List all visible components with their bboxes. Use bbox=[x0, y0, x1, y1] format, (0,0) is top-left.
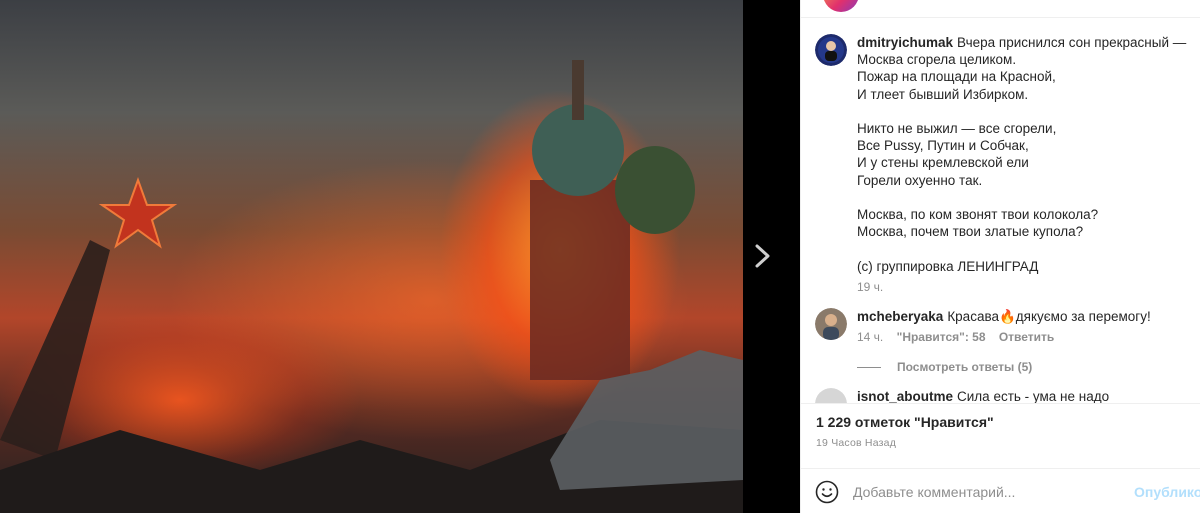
comment-text: Красава🔥дякуємо за перемогу! bbox=[947, 309, 1151, 324]
caption-line: И у стены кремлевской ели bbox=[857, 155, 1029, 171]
panel-header bbox=[801, 0, 1200, 18]
comments-list[interactable]: dmitryichumak Вчера приснился сон прекрас… bbox=[801, 18, 1200, 403]
caption-body: dmitryichumak Вчера приснился сон прекрас… bbox=[857, 34, 1187, 296]
likes-count[interactable]: 1 229 отметок "Нравится" bbox=[816, 414, 994, 430]
publish-button[interactable]: Опублико bbox=[1134, 484, 1200, 500]
caption-time[interactable]: 19 ч. bbox=[857, 280, 883, 294]
post-media bbox=[0, 0, 800, 513]
header-avatar[interactable] bbox=[823, 0, 859, 12]
avatar[interactable] bbox=[815, 34, 847, 66]
caption-line: dmitryichumak Вчера приснился сон прекрас… bbox=[857, 34, 1187, 51]
avatar[interactable] bbox=[815, 308, 847, 340]
caption-line: Никто не выжил — все сгорели, bbox=[857, 121, 1057, 137]
caption-line: (с) группировка ЛЕНИНГРАД bbox=[857, 258, 1039, 274]
caption-username[interactable]: dmitryichumak bbox=[857, 35, 953, 50]
view-replies-button[interactable]: Посмотреть ответы (5) bbox=[857, 360, 1032, 374]
add-comment-bar: Опублико bbox=[801, 468, 1200, 513]
comment-body: mcheberyaka Красава🔥дякуємо за перемогу! … bbox=[857, 308, 1187, 346]
post-image bbox=[0, 0, 743, 513]
post-timestamp[interactable]: 19 Часов Назад bbox=[816, 437, 896, 449]
caption-line: Горели охуенно так. bbox=[857, 172, 983, 188]
view-replies-label: Посмотреть ответы (5) bbox=[897, 360, 1033, 374]
comment-username[interactable]: mcheberyaka bbox=[857, 309, 943, 324]
commenter-avatar-image bbox=[815, 308, 847, 340]
caption-text: Вчера приснился сон прекрасный — bbox=[957, 35, 1187, 50]
next-image-button[interactable] bbox=[748, 238, 778, 274]
comment-text: Сила есть - ума не надо bbox=[957, 389, 1110, 403]
caption-line: Москва сгорела целиком. bbox=[857, 52, 1017, 68]
caption-line: Москва, почем твои златые купола? bbox=[857, 224, 1084, 240]
comment-body: isnot_aboutme Сила есть - ума не надо bbox=[857, 388, 1187, 403]
post-image-illustration bbox=[0, 60, 743, 513]
caption-line bbox=[857, 240, 1187, 257]
caption-line bbox=[857, 189, 1187, 206]
author-avatar-image bbox=[815, 34, 847, 66]
avatar[interactable] bbox=[815, 388, 847, 403]
reply-button[interactable]: Ответить bbox=[999, 330, 1054, 344]
chevron-right-icon bbox=[755, 244, 770, 268]
caption-line: Пожар на площади на Красной, bbox=[857, 69, 1056, 85]
comment-likes[interactable]: "Нравится": 58 bbox=[897, 330, 986, 344]
replies-divider bbox=[857, 366, 881, 368]
caption-line bbox=[857, 103, 1187, 120]
post-side-panel: dmitryichumak Вчера приснился сон прекрас… bbox=[800, 0, 1200, 513]
smiley-icon bbox=[815, 480, 839, 504]
comment-meta: 14 ч. "Нравится": 58 Ответить bbox=[857, 329, 1187, 346]
post-actions: 1 229 отметок "Нравится" 19 Часов Назад bbox=[801, 403, 1200, 461]
comment-text-line: isnot_aboutme Сила есть - ума не надо bbox=[857, 388, 1187, 403]
caption-line: Москва, по ком звонят твои колокола? bbox=[857, 207, 1099, 223]
emoji-button[interactable] bbox=[815, 480, 839, 504]
comment-time[interactable]: 14 ч. bbox=[857, 330, 883, 344]
caption-line: И тлеет бывший Избирком. bbox=[857, 86, 1029, 102]
comment-text-line: mcheberyaka Красава🔥дякуємо за перемогу! bbox=[857, 308, 1187, 325]
commenter-avatar-image bbox=[815, 388, 847, 403]
comment-input[interactable] bbox=[853, 479, 1123, 505]
comment-username[interactable]: isnot_aboutme bbox=[857, 389, 953, 403]
caption-line: Все Pussy, Путин и Собчак, bbox=[857, 138, 1029, 154]
caption-meta: 19 ч. bbox=[857, 279, 1187, 296]
